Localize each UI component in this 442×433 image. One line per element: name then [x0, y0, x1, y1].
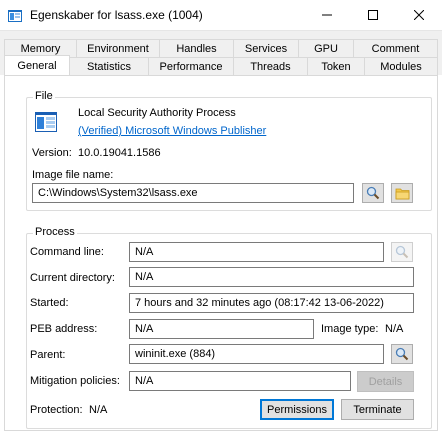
- tab-handles[interactable]: Handles: [159, 39, 234, 58]
- started-field[interactable]: 7 hours and 32 minutes ago (08:17:42 13-…: [129, 293, 414, 313]
- current-directory-label: Current directory:: [30, 272, 115, 284]
- command-line-search-button[interactable]: [391, 242, 413, 262]
- folder-icon: [395, 188, 409, 199]
- tab-modules[interactable]: Modules: [364, 57, 438, 76]
- process-hacker-icon: [7, 8, 23, 24]
- general-panel: File Local Security Authority Process (V…: [4, 75, 438, 431]
- tab-threads[interactable]: Threads: [233, 57, 308, 76]
- tab-comment[interactable]: Comment: [353, 39, 438, 58]
- parent-field[interactable]: wininit.exe (884): [129, 344, 384, 364]
- mitigation-policies-field[interactable]: N/A: [129, 371, 351, 391]
- application-window-icon: [34, 110, 58, 134]
- tab-token[interactable]: Token: [307, 57, 365, 76]
- terminate-button[interactable]: Terminate: [341, 399, 414, 420]
- tab-environment[interactable]: Environment: [76, 39, 160, 58]
- close-button[interactable]: [396, 0, 442, 30]
- magnifier-icon: [395, 245, 409, 259]
- process-group-legend: Process: [33, 226, 77, 238]
- image-type-label: Image type:: [321, 323, 379, 335]
- minimize-icon: [322, 14, 332, 16]
- tab-gpu[interactable]: GPU: [298, 39, 354, 58]
- command-line-field[interactable]: N/A: [129, 242, 384, 262]
- close-icon: [414, 10, 424, 20]
- tab-performance[interactable]: Performance: [148, 57, 234, 76]
- image-search-button[interactable]: [362, 183, 384, 203]
- started-label: Started:: [30, 297, 69, 309]
- magnifier-icon: [366, 186, 380, 200]
- open-folder-button[interactable]: [391, 183, 413, 203]
- peb-address-label: PEB address:: [30, 323, 98, 335]
- window-title: Egenskaber for lsass.exe (1004): [30, 8, 203, 22]
- minimize-button[interactable]: [304, 0, 350, 30]
- image-file-name-label: Image file name:: [32, 169, 114, 181]
- protection-label: Protection:: [30, 404, 83, 416]
- version-value: 10.0.19041.1586: [78, 147, 161, 159]
- maximize-icon: [368, 10, 378, 20]
- image-file-name-field[interactable]: C:\Windows\System32\lsass.exe: [32, 183, 354, 203]
- tab-general[interactable]: General: [4, 55, 70, 75]
- file-group-legend: File: [33, 90, 55, 102]
- tab-statistics[interactable]: Statistics: [69, 57, 149, 76]
- image-type-value: N/A: [385, 323, 404, 335]
- peb-address-field[interactable]: N/A: [129, 319, 314, 339]
- title-bar[interactable]: Egenskaber for lsass.exe (1004): [0, 0, 442, 31]
- magnifier-icon: [395, 347, 409, 361]
- publisher-link[interactable]: (Verified) Microsoft Windows Publisher: [78, 125, 266, 137]
- version-label: Version:: [32, 147, 72, 159]
- parent-label: Parent:: [30, 349, 66, 361]
- tab-services[interactable]: Services: [233, 39, 299, 58]
- mitigation-policies-label: Mitigation policies:: [30, 375, 120, 387]
- tab-strip: Memory Environment Handles Services GPU …: [0, 31, 442, 76]
- maximize-button[interactable]: [350, 0, 396, 30]
- permissions-button[interactable]: Permissions: [260, 399, 334, 420]
- command-line-label: Command line:: [30, 246, 104, 258]
- details-button[interactable]: Details: [357, 371, 414, 392]
- current-directory-field[interactable]: N/A: [129, 267, 414, 287]
- file-description: Local Security Authority Process: [78, 107, 236, 119]
- protection-value: N/A: [89, 404, 108, 416]
- parent-search-button[interactable]: [391, 344, 413, 364]
